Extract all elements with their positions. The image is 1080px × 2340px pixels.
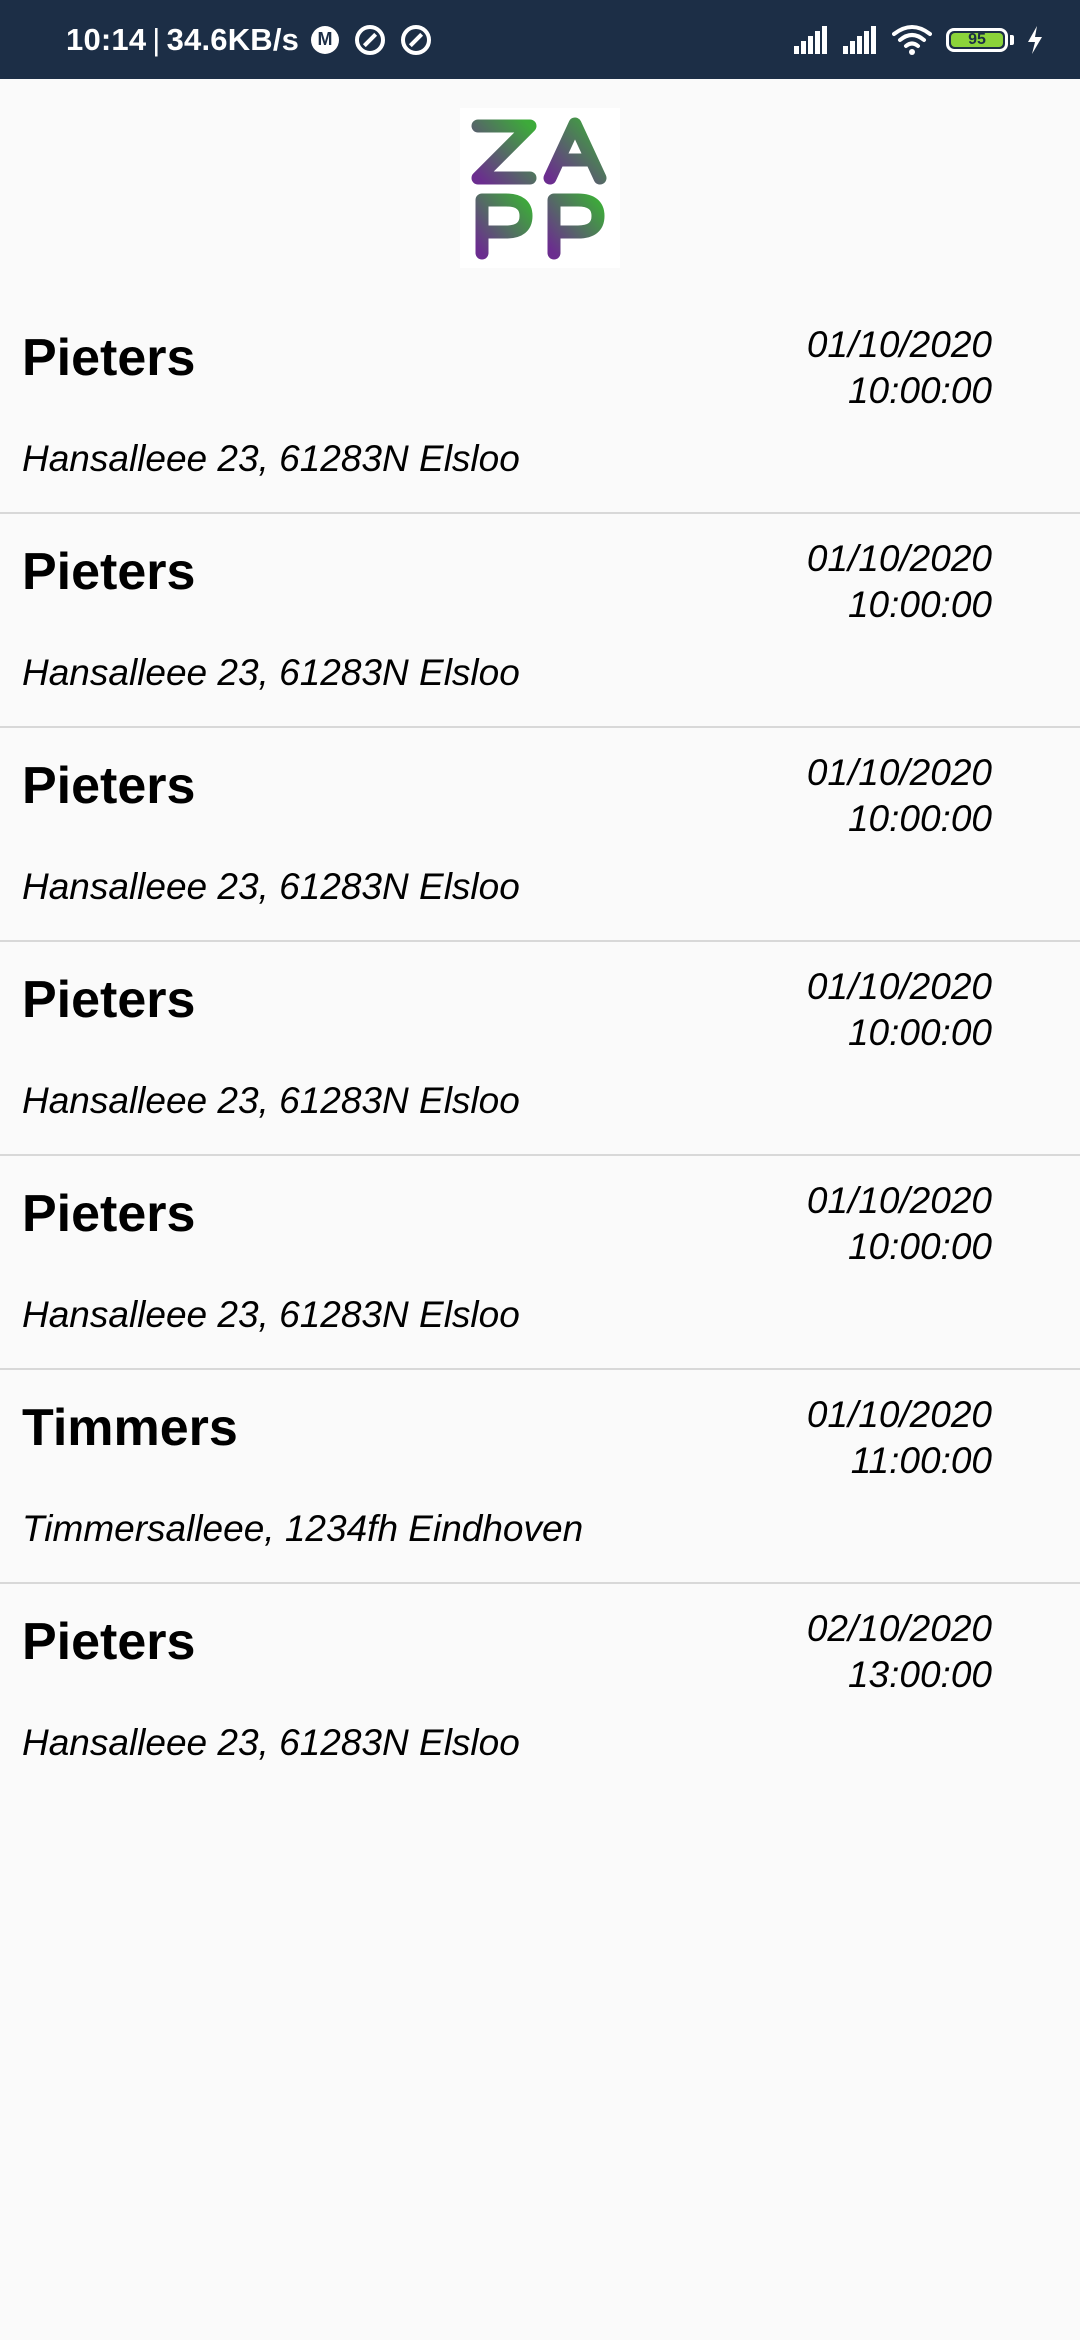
appointment-date: 01/10/2020 <box>806 966 992 1007</box>
customer-name: Pieters <box>22 971 196 1029</box>
appointment-datetime: 01/10/2020 10:00:00 <box>807 1178 992 1270</box>
battery-level: 95 <box>951 31 1003 48</box>
vpn-ring-icon <box>401 24 432 55</box>
battery-icon: 95 <box>946 27 1014 52</box>
appointment-list: Pieters 01/10/2020 10:00:00 Hansalleee 2… <box>0 300 1080 1798</box>
customer-address: Hansalleee 23, 61283N Elsloo <box>22 866 520 907</box>
status-separator: | <box>152 21 161 57</box>
vpn-ring-icon <box>355 24 386 55</box>
network-speed: 34.6KB/s <box>166 21 300 57</box>
status-bar: 10:14 | 34.6KB/s M 95 <box>0 0 1080 79</box>
appointment-time: 11:00:00 <box>850 1440 992 1481</box>
status-bar-right: 95 <box>794 0 1044 79</box>
status-time: 10:14 <box>66 21 147 57</box>
customer-address: Hansalleee 23, 61283N Elsloo <box>22 1722 520 1763</box>
app-logo <box>460 108 620 268</box>
m-badge-icon: M <box>311 25 340 54</box>
appointment-time: 10:00:00 <box>847 1012 992 1053</box>
wifi-icon <box>892 24 932 55</box>
appointment-datetime: 01/10/2020 10:00:00 <box>807 750 992 842</box>
appointment-datetime: 02/10/2020 13:00:00 <box>807 1606 992 1698</box>
customer-name: Pieters <box>22 1185 196 1243</box>
appointment-date: 01/10/2020 <box>806 538 992 579</box>
list-item[interactable]: Pieters 01/10/2020 10:00:00 Hansalleee 2… <box>0 300 1080 514</box>
customer-address: Timmersalleee, 1234fh Eindhoven <box>22 1508 584 1549</box>
appointment-datetime: 01/10/2020 10:00:00 <box>807 322 992 414</box>
list-item[interactable]: Pieters 02/10/2020 13:00:00 Hansalleee 2… <box>0 1584 1080 1798</box>
customer-address: Hansalleee 23, 61283N Elsloo <box>22 438 520 479</box>
charging-bolt-icon <box>1028 25 1042 54</box>
customer-name: Pieters <box>22 543 196 601</box>
appointment-time: 10:00:00 <box>847 1226 992 1267</box>
list-item[interactable]: Pieters 01/10/2020 10:00:00 Hansalleee 2… <box>0 942 1080 1156</box>
appointment-date: 01/10/2020 <box>806 324 992 365</box>
appointment-time: 10:00:00 <box>847 584 992 625</box>
customer-name: Pieters <box>22 329 196 387</box>
list-item[interactable]: Pieters 01/10/2020 10:00:00 Hansalleee 2… <box>0 728 1080 942</box>
customer-address: Hansalleee 23, 61283N Elsloo <box>22 1294 520 1335</box>
appointment-time: 13:00:00 <box>847 1654 992 1695</box>
status-bar-left: 10:14 | 34.6KB/s M <box>66 0 432 79</box>
appointment-date: 01/10/2020 <box>806 1394 992 1435</box>
appointment-datetime: 01/10/2020 10:00:00 <box>807 964 992 1056</box>
appointment-time: 10:00:00 <box>847 370 992 411</box>
customer-address: Hansalleee 23, 61283N Elsloo <box>22 1080 520 1121</box>
customer-name: Timmers <box>22 1399 238 1457</box>
customer-name: Pieters <box>22 757 196 815</box>
appointment-date: 02/10/2020 <box>806 1608 992 1649</box>
appointment-datetime: 01/10/2020 11:00:00 <box>807 1392 992 1484</box>
appointment-time: 10:00:00 <box>847 798 992 839</box>
customer-address: Hansalleee 23, 61283N Elsloo <box>22 652 520 693</box>
customer-name: Pieters <box>22 1613 196 1671</box>
signal-icon <box>794 25 829 54</box>
appointment-date: 01/10/2020 <box>806 1180 992 1221</box>
appointment-date: 01/10/2020 <box>806 752 992 793</box>
appointment-datetime: 01/10/2020 10:00:00 <box>807 536 992 628</box>
list-item[interactable]: Timmers 01/10/2020 11:00:00 Timmersallee… <box>0 1370 1080 1584</box>
signal-icon <box>843 25 878 54</box>
list-item[interactable]: Pieters 01/10/2020 10:00:00 Hansalleee 2… <box>0 1156 1080 1370</box>
list-item[interactable]: Pieters 01/10/2020 10:00:00 Hansalleee 2… <box>0 514 1080 728</box>
